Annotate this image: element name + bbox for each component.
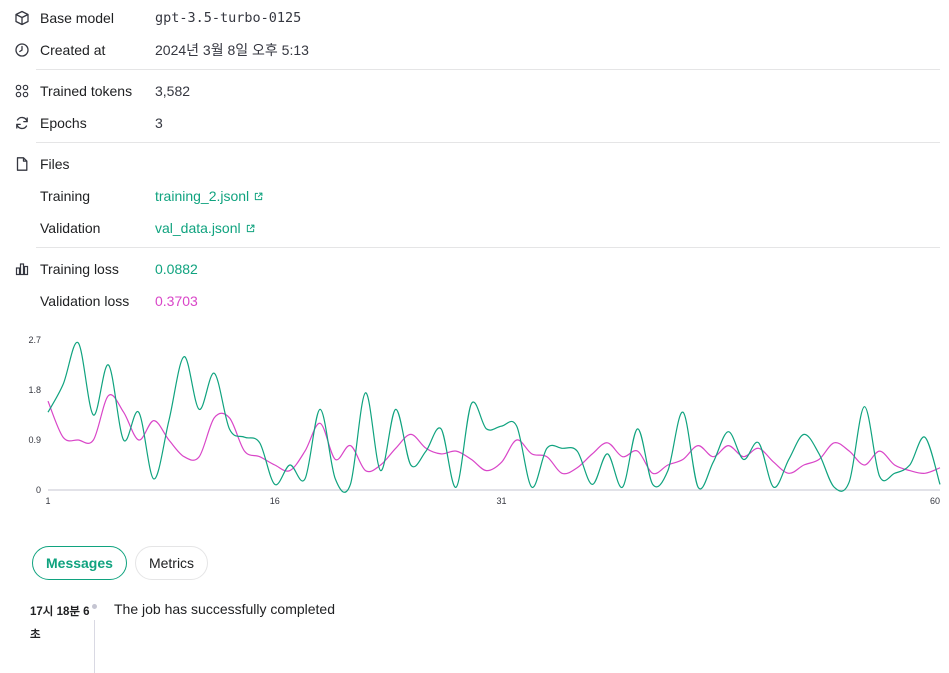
x-tick-label: 31 [497, 496, 507, 506]
bar-chart-icon [15, 263, 29, 276]
trained-tokens-label: Trained tokens [40, 83, 133, 99]
message-text: The job has successfully completed [114, 601, 335, 617]
loss-chart: 0 0.9 1.8 2.7 1 16 31 60 [28, 335, 941, 506]
divider [36, 247, 940, 248]
training-loss-line [47, 342, 941, 493]
validation-file-name[interactable]: val_data.jsonl [155, 220, 241, 236]
cube-icon [15, 10, 29, 26]
tab-messages[interactable]: Messages [32, 546, 127, 580]
base-model-label: Base model [40, 10, 114, 26]
epochs-value: 3 [155, 115, 163, 131]
epochs-label: Epochs [40, 115, 87, 131]
validation-file-link[interactable]: val_data.jsonl [155, 220, 255, 236]
files-label: Files [40, 156, 70, 172]
trained-tokens-value: 3,582 [155, 83, 191, 99]
refresh-icon [16, 116, 28, 130]
training-loss-label: Training loss [40, 261, 119, 277]
created-at-value: 2024년 3월 8일 오후 5:13 [155, 42, 309, 58]
validation-loss-value: 0.3703 [155, 293, 198, 309]
x-tick-label: 16 [270, 496, 280, 506]
x-tick-label: 1 [45, 496, 50, 506]
tab-bar: Messages Metrics [32, 546, 209, 580]
y-tick-label: 1.8 [28, 385, 41, 395]
training-file-name[interactable]: training_2.jsonl [155, 188, 249, 204]
message-timestamp: 17시 18분 6초 [30, 606, 90, 641]
grid-icon [15, 84, 29, 98]
y-tick-label: 0 [36, 485, 41, 495]
validation-file-label: Validation [40, 220, 101, 236]
training-file-link[interactable]: training_2.jsonl [155, 188, 263, 204]
y-tick-label: 0.9 [28, 435, 41, 445]
y-tick-label: 2.7 [28, 335, 41, 345]
training-file-label: Training [40, 188, 91, 204]
external-link-icon [255, 192, 263, 201]
training-loss-value: 0.0882 [155, 261, 198, 277]
base-model-value: gpt-3.5-turbo-0125 [155, 10, 302, 26]
timeline-dot [92, 604, 97, 609]
timeline-line [94, 620, 95, 673]
created-at-label: Created at [40, 42, 106, 58]
external-link-icon [246, 224, 255, 233]
x-tick-label: 60 [930, 496, 940, 506]
file-icon [16, 157, 28, 171]
validation-loss-label: Validation loss [40, 293, 130, 309]
clock-icon [15, 43, 29, 57]
tab-metrics[interactable]: Metrics [134, 546, 209, 580]
divider [36, 142, 940, 143]
divider [36, 69, 940, 70]
